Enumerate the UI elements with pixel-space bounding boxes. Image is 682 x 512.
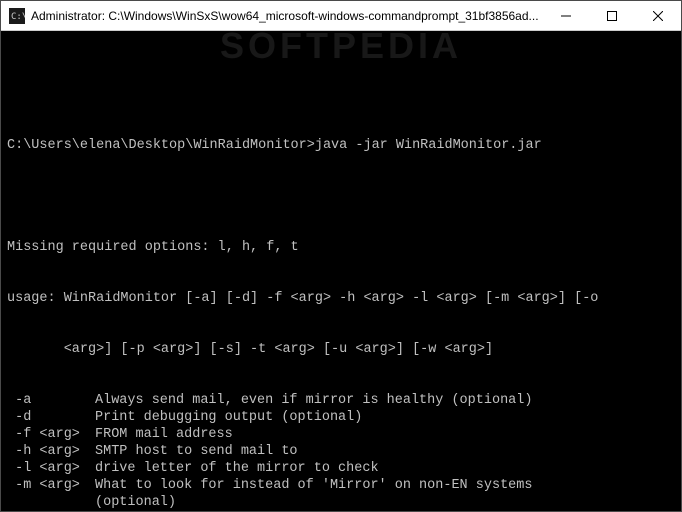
option-continuation: (optional) [7, 494, 675, 511]
svg-text:C:\: C:\ [11, 12, 25, 22]
options-list: -aAlways send mail, even if mirror is he… [7, 392, 675, 511]
titlebar[interactable]: C:\ Administrator: C:\Windows\WinSxS\wow… [1, 1, 681, 31]
option-description: FROM mail address [95, 426, 675, 443]
minimize-button[interactable] [543, 1, 589, 30]
maximize-button[interactable] [589, 1, 635, 30]
entered-command: java -jar WinRaidMonitor.jar [315, 138, 542, 153]
blank-line [7, 86, 675, 103]
close-button[interactable] [635, 1, 681, 30]
missing-options-line: Missing required options: l, h, f, t [7, 239, 675, 256]
option-row: -l <arg>drive letter of the mirror to ch… [7, 460, 675, 477]
terminal-area[interactable]: SOFTPEDIA C:\Users\elena\Desktop\WinRaid… [1, 31, 681, 511]
prompt: C:\Users\elena\Desktop\WinRaidMonitor> [7, 138, 315, 153]
window-title: Administrator: C:\Windows\WinSxS\wow64_m… [31, 9, 543, 23]
option-description: What to look for instead of 'Mirror' on … [95, 477, 675, 494]
option-row: -dPrint debugging output (optional) [7, 409, 675, 426]
option-flag: -m <arg> [7, 477, 95, 494]
window-controls [543, 1, 681, 30]
option-flag: -d [7, 409, 95, 426]
option-flag: -a [7, 392, 95, 409]
watermark: SOFTPEDIA [1, 37, 681, 54]
option-flag: -l <arg> [7, 460, 95, 477]
option-flag: -h <arg> [7, 443, 95, 460]
option-row: -f <arg>FROM mail address [7, 426, 675, 443]
option-row: -m <arg>What to look for instead of 'Mir… [7, 477, 675, 494]
option-row: -aAlways send mail, even if mirror is he… [7, 392, 675, 409]
option-flag: -f <arg> [7, 426, 95, 443]
usage-line-1: usage: WinRaidMonitor [-a] [-d] -f <arg>… [7, 290, 675, 307]
usage-line-2: <arg>] [-p <arg>] [-s] -t <arg> [-u <arg… [7, 341, 675, 358]
command-prompt-window: C:\ Administrator: C:\Windows\WinSxS\wow… [0, 0, 682, 512]
option-row: -h <arg>SMTP host to send mail to [7, 443, 675, 460]
blank-line [7, 188, 675, 205]
option-description: drive letter of the mirror to check [95, 460, 675, 477]
cmd-icon: C:\ [9, 8, 25, 24]
command-line: C:\Users\elena\Desktop\WinRaidMonitor>ja… [7, 137, 675, 154]
option-description: Print debugging output (optional) [95, 409, 675, 426]
option-description: Always send mail, even if mirror is heal… [95, 392, 675, 409]
option-description: SMTP host to send mail to [95, 443, 675, 460]
